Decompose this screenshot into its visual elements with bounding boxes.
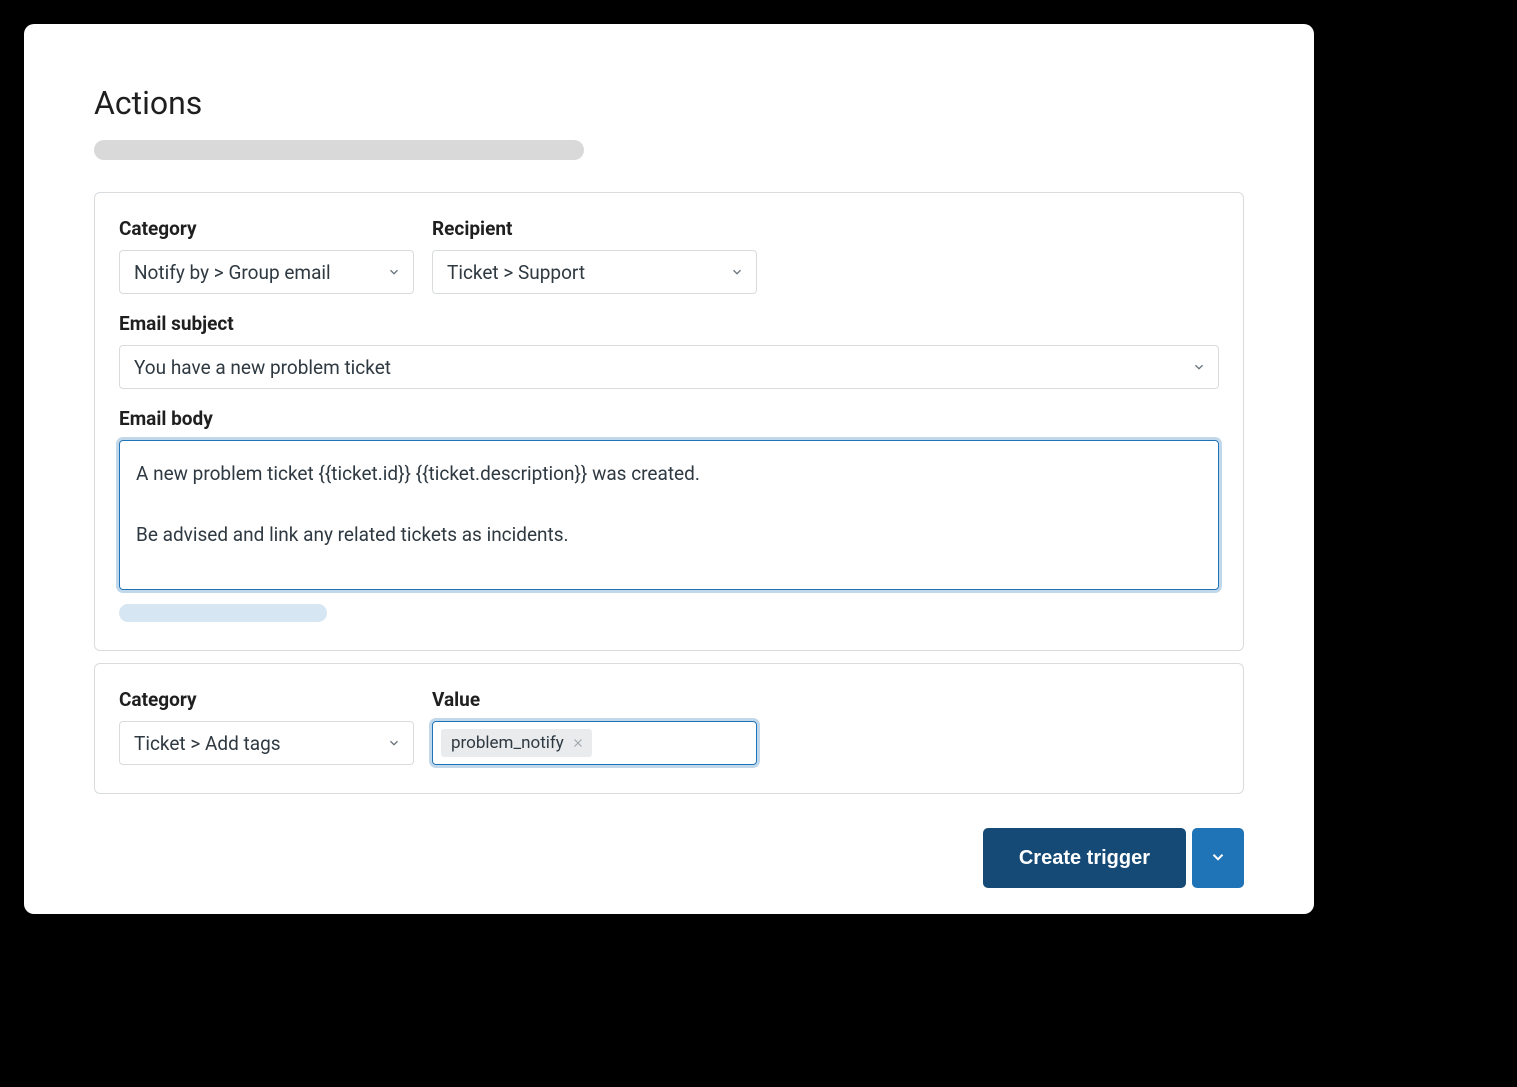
- chevron-down-icon: [387, 736, 401, 750]
- actions-panel: Actions Category Notify by > Group email…: [24, 24, 1314, 914]
- helper-placeholder-bar: [119, 604, 327, 622]
- section-title: Actions: [94, 84, 1244, 122]
- tag-chip[interactable]: problem_notify: [441, 729, 592, 757]
- chevron-down-icon: [387, 265, 401, 279]
- description-placeholder-bar: [94, 140, 584, 160]
- tags-input[interactable]: problem_notify: [432, 721, 757, 765]
- email-body-label: Email body: [119, 407, 1219, 430]
- create-trigger-split-button[interactable]: [1192, 828, 1244, 888]
- email-subject-label: Email subject: [119, 312, 1219, 335]
- chevron-down-icon: [1209, 848, 1227, 869]
- chevron-down-icon: [1192, 360, 1206, 374]
- category-select-2[interactable]: Ticket > Add tags: [119, 721, 414, 765]
- action-card-notify: Category Notify by > Group email Recipie…: [94, 192, 1244, 651]
- recipient-label: Recipient: [432, 217, 757, 240]
- close-icon[interactable]: [572, 737, 584, 749]
- recipient-select-value: Ticket > Support: [447, 261, 585, 284]
- category-select-value: Notify by > Group email: [134, 261, 331, 284]
- email-subject-input[interactable]: You have a new problem ticket: [119, 345, 1219, 389]
- category-label-2: Category: [119, 688, 414, 711]
- email-subject-value: You have a new problem ticket: [134, 356, 391, 379]
- category-select-2-value: Ticket > Add tags: [134, 732, 281, 755]
- tag-chip-label: problem_notify: [451, 733, 564, 753]
- create-trigger-button[interactable]: Create trigger: [983, 828, 1186, 888]
- email-body-textarea[interactable]: A new problem ticket {{ticket.id}} {{tic…: [119, 440, 1219, 590]
- value-label: Value: [432, 688, 757, 711]
- chevron-down-icon: [730, 265, 744, 279]
- recipient-select[interactable]: Ticket > Support: [432, 250, 757, 294]
- action-card-tags: Category Ticket > Add tags Value problem…: [94, 663, 1244, 794]
- category-select[interactable]: Notify by > Group email: [119, 250, 414, 294]
- category-label: Category: [119, 217, 414, 240]
